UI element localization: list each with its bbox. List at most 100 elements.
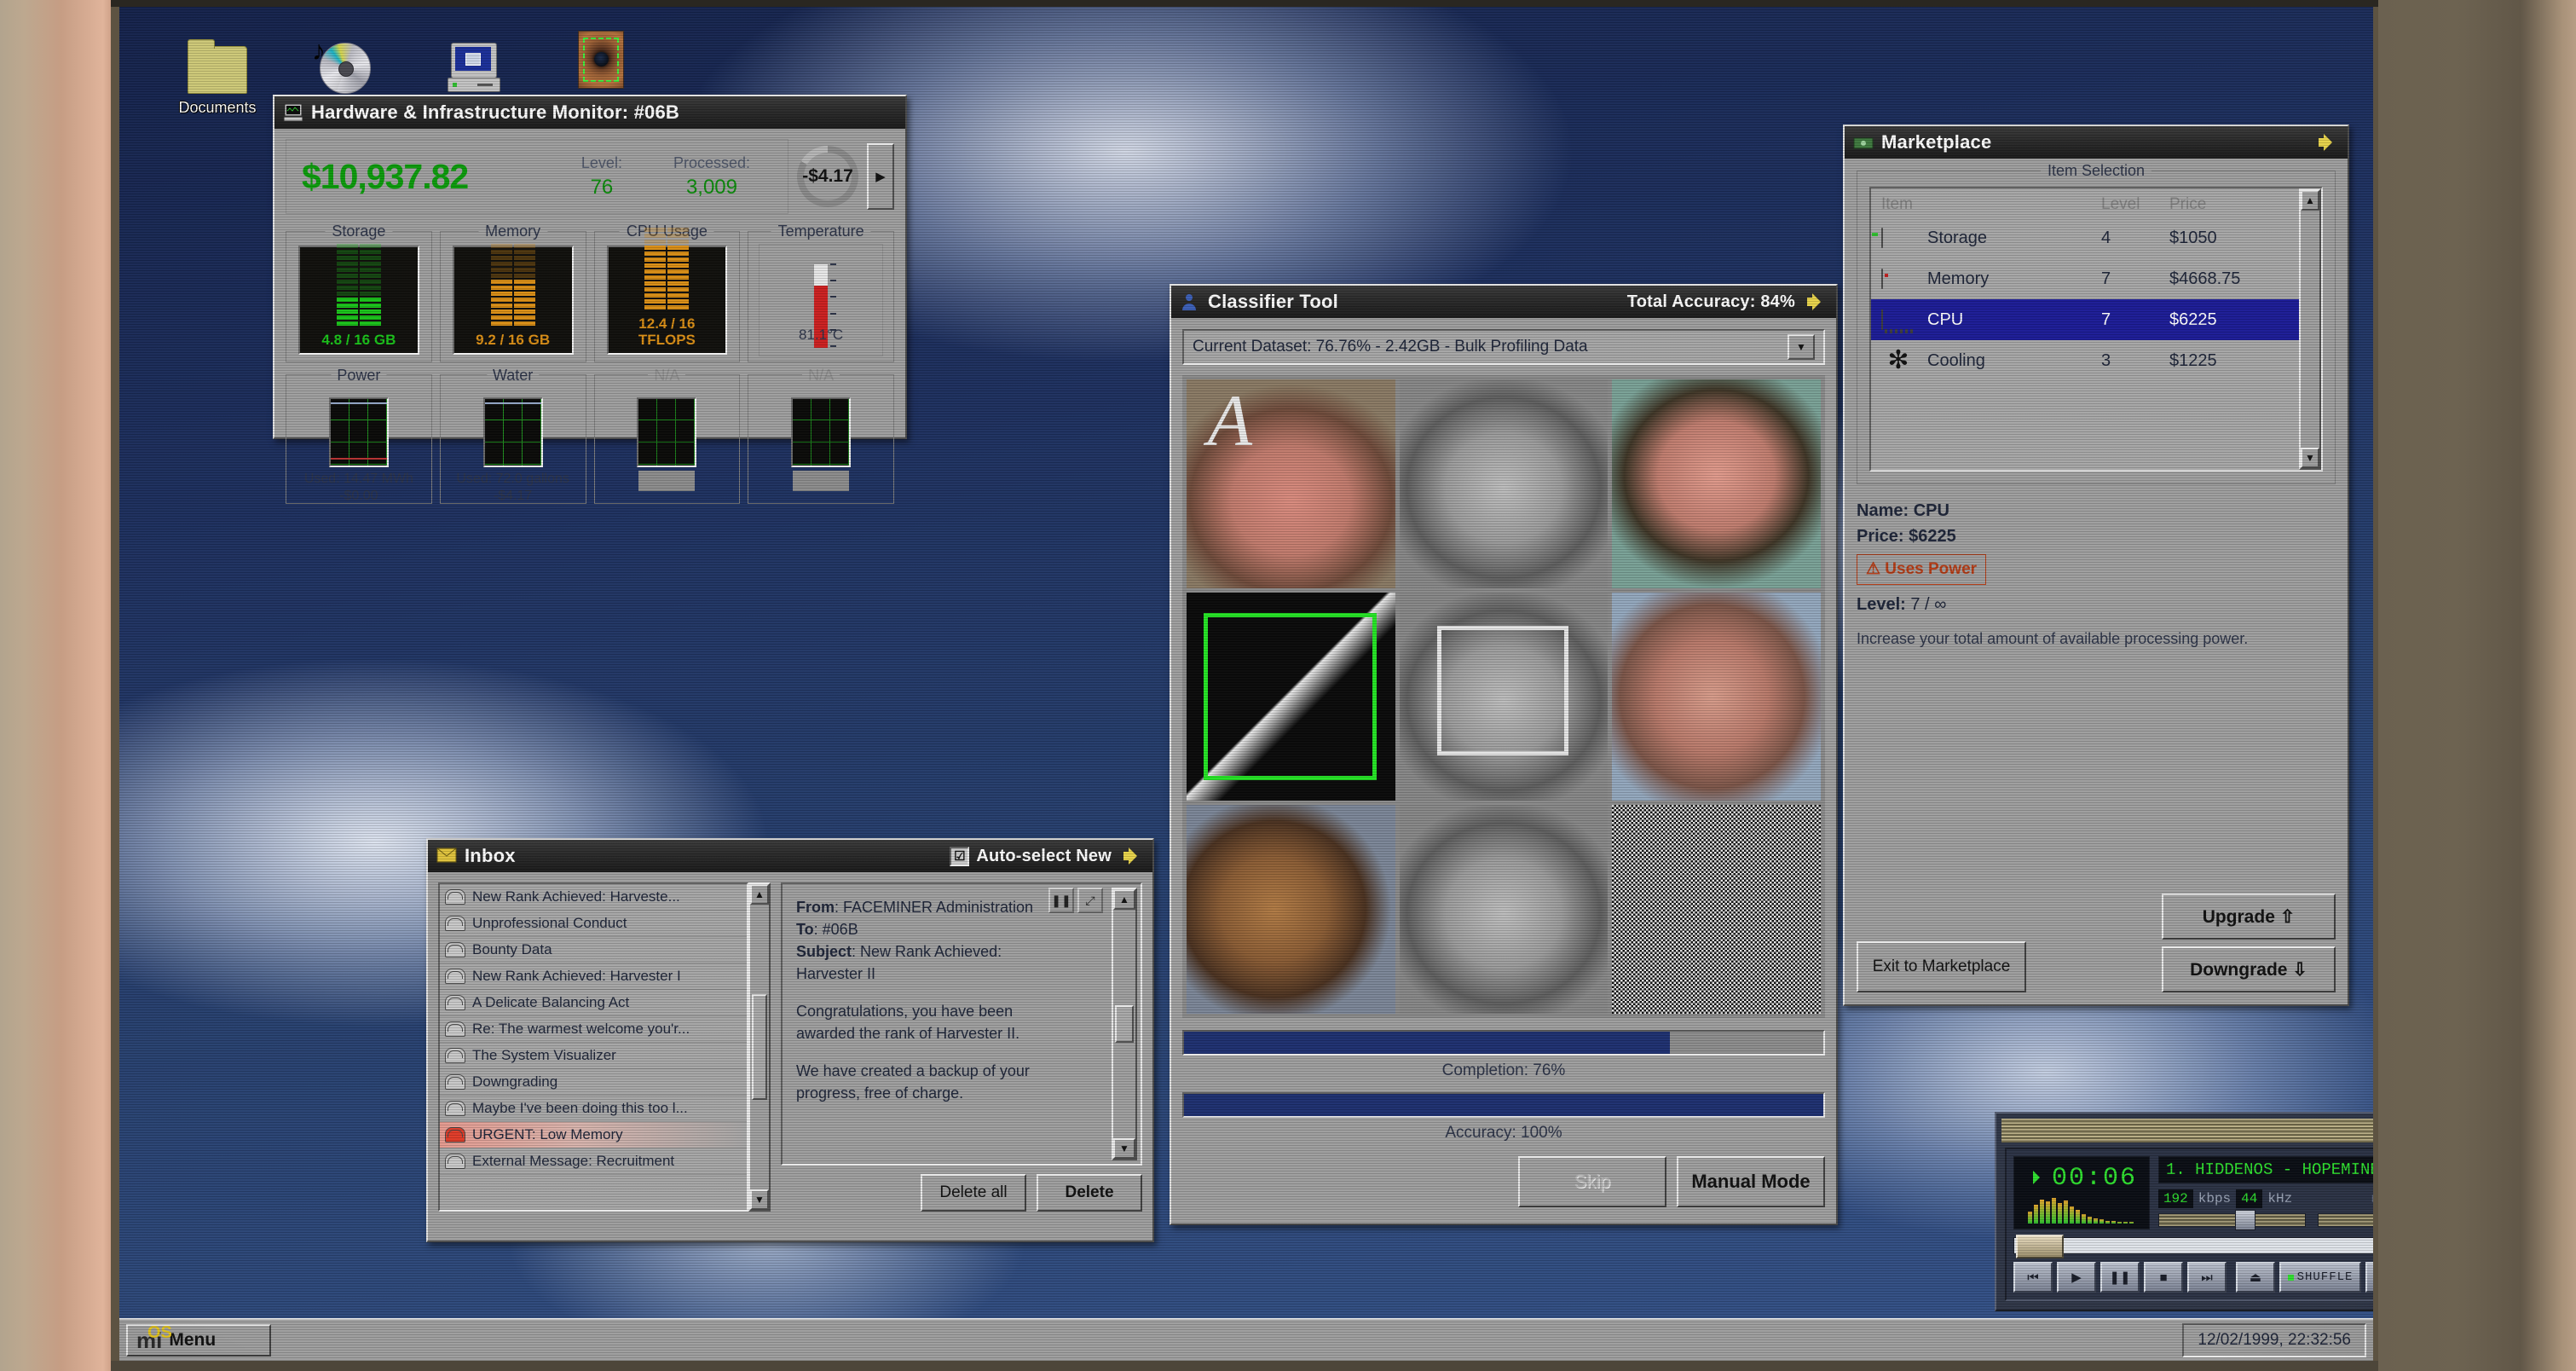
face-tile[interactable] xyxy=(1399,592,1609,801)
message-list-item[interactable]: URGENT: Low Memory xyxy=(440,1122,747,1148)
upgrade-button[interactable]: Upgrade ⇧ xyxy=(2162,894,2336,940)
chevron-down-icon[interactable]: ▼ xyxy=(1788,334,1815,360)
bar-segment xyxy=(336,244,358,248)
speaker-icon[interactable] xyxy=(2319,134,2339,151)
scrollbar-thumb[interactable] xyxy=(1115,1005,1134,1043)
completion-bar xyxy=(1182,1030,1825,1056)
detection-box-white xyxy=(1436,625,1568,755)
face-tile[interactable] xyxy=(1399,379,1609,588)
bar-segment xyxy=(359,321,381,326)
stop-button[interactable]: ■ xyxy=(2144,1262,2183,1293)
scroll-down-icon[interactable]: ▼ xyxy=(750,1189,769,1210)
cell-label: Water xyxy=(486,367,540,385)
bar-segment xyxy=(667,281,690,286)
equalizer-bar xyxy=(2046,1201,2050,1223)
shuffle-button[interactable]: SHUFFLE xyxy=(2279,1262,2361,1293)
item-row[interactable]: Memory 7 $4668.75 xyxy=(1871,258,2299,299)
item-price: $1050 xyxy=(2169,228,2217,247)
mail-actions: Delete all Delete xyxy=(781,1174,1142,1212)
scroll-down-icon[interactable]: ▼ xyxy=(2301,448,2319,468)
face-tile[interactable] xyxy=(1612,379,1821,588)
water-plot xyxy=(482,397,543,467)
balance-slider[interactable] xyxy=(2317,1213,2373,1227)
face-tile[interactable] xyxy=(1187,592,1395,801)
message-list-item[interactable]: External Message: Recruitment xyxy=(440,1148,747,1175)
face-tile[interactable] xyxy=(1612,592,1821,801)
scroll-up-icon[interactable]: ▲ xyxy=(750,884,769,905)
message-list-item[interactable]: New Rank Achieved: Harveste... xyxy=(440,884,747,911)
hardware-monitor-titlebar[interactable]: Hardware & Infrastructure Monitor: #06B xyxy=(274,96,905,129)
scrollbar-thumb[interactable] xyxy=(752,994,767,1100)
cpu-bars xyxy=(644,228,690,309)
expand-icon[interactable]: ⤢ xyxy=(1077,888,1103,913)
pause-icon[interactable]: ❚❚ xyxy=(1048,888,1074,913)
delete-all-button[interactable]: Delete all xyxy=(921,1174,1026,1212)
message-list-item[interactable]: A Delicate Balancing Act xyxy=(440,990,747,1016)
message-list-item[interactable]: The System Visualizer xyxy=(440,1043,747,1069)
taskbar: mi OS Menu 12/02/1999, 22:32:56 xyxy=(119,1318,2373,1361)
inbox-titlebar[interactable]: Inbox ☑ Auto-select New xyxy=(428,840,1152,872)
dataset-select[interactable]: Current Dataset: 76.76% - 2.42GB - Bulk … xyxy=(1182,329,1825,365)
manual-mode-button[interactable]: Manual Mode xyxy=(1677,1156,1825,1208)
item-row[interactable]: ✻ Cooling 3 $1225 xyxy=(1871,340,2299,381)
desktop-screen: Documents ♪ Music Player System FACEMINE… xyxy=(119,7,2373,1361)
player-titlebar[interactable] xyxy=(2001,1119,2373,1142)
item-row[interactable]: CPU 7 $6225 xyxy=(1871,299,2299,340)
bezel-top xyxy=(111,0,2378,7)
face-grid[interactable]: A xyxy=(1182,375,1825,1019)
skip-button[interactable]: Skip xyxy=(1518,1156,1666,1208)
pause-button[interactable]: ❚❚ xyxy=(2100,1262,2140,1293)
volume-slider[interactable] xyxy=(2157,1210,2306,1230)
seek-thumb[interactable] xyxy=(2016,1235,2064,1258)
message-list-item[interactable]: Re: The warmest welcome you'r... xyxy=(440,1016,747,1043)
next-button[interactable]: ⏭ xyxy=(2187,1262,2227,1293)
item-row[interactable]: Storage 4 $1050 xyxy=(1871,217,2299,258)
cell-power: Power Used: 14.47 MWh -$0.00 xyxy=(286,367,432,504)
message-list-scrollbar[interactable]: ▲ ▼ xyxy=(748,882,771,1212)
message-list-item[interactable]: Downgrading xyxy=(440,1069,747,1096)
face-tile[interactable] xyxy=(1612,805,1821,1015)
item-table-scrollbar[interactable]: ▲ ▼ xyxy=(2299,188,2321,470)
downgrade-button[interactable]: Downgrade ⇩ xyxy=(2162,946,2336,992)
scroll-up-icon[interactable]: ▲ xyxy=(1113,889,1135,910)
message-list-item[interactable]: Unprofessional Conduct xyxy=(440,911,747,937)
repeat-button[interactable]: ⇄ xyxy=(2365,1262,2373,1293)
message-list-item[interactable]: Bounty Data xyxy=(440,937,747,963)
gauge-label: Temperature xyxy=(771,223,871,240)
scroll-up-icon[interactable]: ▲ xyxy=(2301,190,2319,211)
equalizer-bar xyxy=(2070,1206,2074,1223)
face-tile[interactable]: A xyxy=(1187,379,1395,588)
face-tile[interactable] xyxy=(1399,805,1609,1015)
hardware-utility-cells: Power Used: 14.47 MWh -$0.00 Water Used:… xyxy=(286,367,894,504)
speaker-icon[interactable] xyxy=(1123,847,1144,865)
bar-segment xyxy=(490,309,512,314)
message-list-item[interactable]: Maybe I've been doing this too l... xyxy=(440,1096,747,1122)
message-list[interactable]: New Rank Achieved: Harveste... Unprofessi… xyxy=(438,882,748,1212)
equalizer-bar xyxy=(2105,1221,2110,1223)
classifier-titlebar[interactable]: Classifier Tool Total Accuracy: 84% xyxy=(1171,286,1836,318)
taskbar-clock: 12/02/1999, 22:32:56 xyxy=(2182,1323,2366,1357)
bar-segment xyxy=(644,263,667,268)
envelope-icon xyxy=(445,1101,465,1116)
bar-segment xyxy=(359,315,381,320)
start-menu-button[interactable]: mi OS Menu xyxy=(126,1323,271,1357)
seek-slider[interactable] xyxy=(2013,1235,2373,1258)
eject-button[interactable]: ⏏ xyxy=(2236,1262,2275,1293)
hardware-next-button[interactable]: ▶ xyxy=(867,143,894,210)
scroll-down-icon[interactable]: ▼ xyxy=(1113,1138,1135,1159)
reader-scrollbar[interactable]: ▲ ▼ xyxy=(1112,888,1137,1160)
message-list-item[interactable]: New Rank Achieved: Harvester I xyxy=(440,963,747,990)
face-tile[interactable] xyxy=(1187,805,1395,1014)
delete-button[interactable]: Delete xyxy=(1037,1174,1142,1212)
player-sliders xyxy=(2157,1210,2373,1230)
exit-to-marketplace-button[interactable]: Exit to Marketplace xyxy=(1857,941,2026,992)
previous-button[interactable]: ⏮ xyxy=(2013,1262,2053,1293)
detail-level: Level: 7 / ∞ xyxy=(1857,595,1947,614)
speaker-icon[interactable] xyxy=(1807,293,1828,310)
message-subject: URGENT: Low Memory xyxy=(472,1126,623,1142)
window-title: Classifier Tool xyxy=(1208,291,1338,312)
auto-select-checkbox[interactable]: ☑ xyxy=(950,846,970,866)
play-button[interactable]: ▶ xyxy=(2057,1262,2096,1293)
desktop-icon-documents[interactable]: Documents xyxy=(153,26,281,116)
marketplace-titlebar[interactable]: Marketplace xyxy=(1845,126,2348,159)
